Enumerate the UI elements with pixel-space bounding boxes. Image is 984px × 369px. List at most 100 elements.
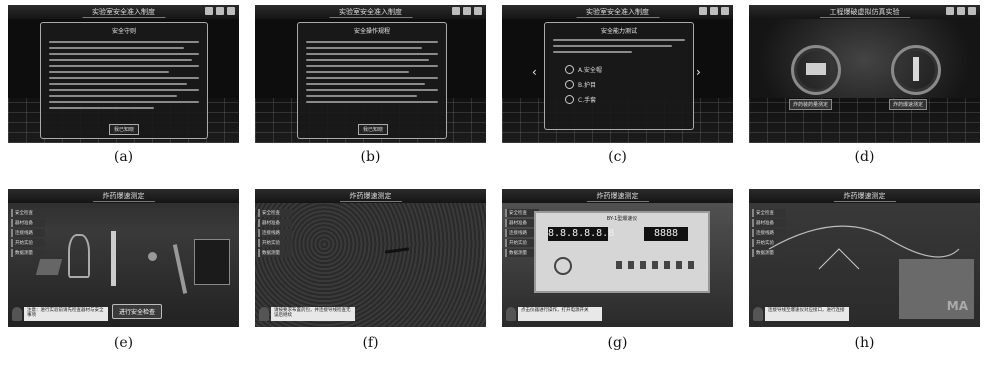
hint-box: 点击仪器进行操作，打开电源开关 — [518, 307, 602, 321]
panel-e: 炸药爆速测定 安全检查 器材准备 连接线路 开始实验 数据测量 注意：进行实验前… — [8, 189, 239, 327]
hint-box: 请按要求布置药包，并连接导线检查无误后继续 — [271, 307, 355, 321]
radio-icon — [565, 80, 574, 89]
radio-icon — [565, 65, 574, 74]
option-label: A.安全帽 — [578, 67, 602, 74]
dialog-title: 安全操作规程 — [353, 28, 390, 35]
dialog-text — [306, 37, 438, 107]
charge-measure-button[interactable] — [791, 45, 841, 95]
panel-f: 炸药爆速测定 安全检查 器材准备 连接线路 开始实验 数据测量 请按要求布置药包… — [255, 189, 486, 327]
menu-item[interactable]: 开始实验 — [11, 239, 45, 247]
option-a[interactable]: A.安全帽 — [565, 65, 602, 74]
scissors-tool[interactable] — [68, 234, 90, 278]
caption-h: (h) — [854, 335, 875, 351]
guide-avatar — [259, 307, 269, 321]
menu-item[interactable]: 安全检查 — [11, 209, 45, 217]
caption-b: (b) — [360, 149, 381, 165]
title-bar: 炸药爆速测定 — [502, 189, 733, 203]
hint-box: 连接导线至爆速仪对应接口，进行连接 — [765, 307, 849, 321]
option-label: C.手套 — [578, 97, 597, 104]
settings-icon[interactable] — [699, 7, 707, 15]
explosive-charge[interactable] — [384, 247, 410, 254]
menu-icon[interactable] — [227, 7, 235, 15]
menu-item[interactable]: 器材准备 — [258, 219, 292, 227]
panel-g: 炸药爆速测定 安全检查 器材准备 连接线路 开始实验 数据测量 BY-1型爆速仪… — [502, 189, 733, 327]
dialog-text — [49, 37, 199, 113]
panel-d: 工程爆破虚拟仿真实验 炸药装药量测定 炸药爆速测定 — [749, 5, 980, 143]
title-bar: 炸药爆速测定 — [255, 189, 486, 203]
scene-title: 炸药爆速测定 — [92, 191, 155, 202]
step-menu: 安全检查 器材准备 连接线路 开始实验 数据测量 — [11, 207, 45, 259]
scene-title: 炸药爆速测定 — [586, 191, 649, 202]
velocity-measure-label[interactable]: 炸药爆速测定 — [889, 99, 928, 110]
scene-title: 实验室安全准入制度 — [576, 7, 659, 18]
title-bar: 实验室安全准入制度 — [8, 5, 239, 19]
help-icon[interactable] — [957, 7, 965, 15]
power-switch[interactable] — [554, 257, 572, 275]
guide-avatar — [506, 307, 516, 321]
scene-title: 工程爆破虚拟仿真实验 — [819, 7, 910, 18]
caption-a: (a) — [113, 149, 134, 165]
explosive-icon — [806, 63, 826, 75]
calculator[interactable] — [194, 239, 230, 285]
menu-item[interactable]: 连接线路 — [258, 229, 292, 237]
safety-check-button[interactable]: 进行安全检查 — [112, 304, 163, 319]
caption-d: (d) — [854, 149, 875, 165]
detonator-stick[interactable] — [111, 231, 116, 286]
help-icon[interactable] — [463, 7, 471, 15]
chevron-left-icon[interactable]: ‹ — [532, 65, 537, 79]
caption-g: (g) — [607, 335, 628, 351]
instrument-box[interactable]: MA — [899, 259, 974, 319]
instrument-label: MA — [946, 299, 968, 313]
procedure-dialog: 安全操作规程 我已知晓 — [297, 22, 447, 139]
menu-icon[interactable] — [968, 7, 976, 15]
panel-b: 实验室安全准入制度 安全操作规程 我已知晓 — [255, 5, 486, 143]
help-icon[interactable] — [710, 7, 718, 15]
dialog-title: 安全能力测试 — [600, 28, 637, 35]
acknowledge-button[interactable]: 我已知晓 — [109, 124, 140, 135]
scene-title: 炸药爆速测定 — [339, 191, 402, 202]
scene-title: 实验室安全准入制度 — [329, 7, 412, 18]
help-icon[interactable] — [216, 7, 224, 15]
radio-icon — [565, 95, 574, 104]
hint-box: 注意：进行实验前请先检查器材与安全事项 — [24, 307, 108, 321]
option-b[interactable]: B.护目 — [565, 80, 602, 89]
velocity-measure-button[interactable] — [891, 45, 941, 95]
guide-avatar — [753, 307, 763, 321]
knob-row[interactable] — [616, 261, 698, 269]
glass-rod[interactable] — [172, 244, 188, 294]
dialog-title: 安全守则 — [111, 28, 136, 35]
menu-item[interactable]: 数据测量 — [258, 249, 292, 257]
settings-icon[interactable] — [205, 7, 213, 15]
menu-icon[interactable] — [474, 7, 482, 15]
scene-title: 实验室安全准入制度 — [82, 7, 165, 18]
menu-item[interactable]: 连接线路 — [11, 229, 45, 237]
quiz-dialog: 安全能力测试 A.安全帽 B.护目 C.手套 — [544, 22, 694, 130]
question-text — [553, 35, 685, 57]
title-bar: 工程爆破虚拟仿真实验 — [749, 5, 980, 19]
left-display: 8.8.8.8.8.8 — [548, 227, 615, 241]
menu-item[interactable]: 器材准备 — [11, 219, 45, 227]
panel-h: 炸药爆速测定 安全检查 器材准备 连接线路 开始实验 数据测量 MA 连接导线至… — [749, 189, 980, 327]
menu-item[interactable]: 数据测量 — [11, 249, 45, 257]
option-c[interactable]: C.手套 — [565, 95, 602, 104]
menu-icon[interactable] — [721, 7, 729, 15]
panel-a: 实验室安全准入制度 安全守则 我已知晓 — [8, 5, 239, 143]
guide-avatar — [12, 307, 22, 321]
panel-c: 实验室安全准入制度 安全能力测试 A.安全帽 B.护目 C.手套 ‹ › — [502, 5, 733, 143]
charge-measure-label[interactable]: 炸药装药量测定 — [789, 99, 833, 110]
title-bar: 炸药爆速测定 — [8, 189, 239, 203]
velocity-meter-device[interactable]: BY-1型爆速仪 8.8.8.8.8.8 8888 — [534, 211, 710, 293]
settings-icon[interactable] — [946, 7, 954, 15]
right-display: 8888 — [644, 227, 688, 241]
rules-dialog: 安全守则 我已知晓 — [40, 22, 208, 139]
acknowledge-button[interactable]: 我已知晓 — [358, 124, 389, 135]
title-bar: 实验室安全准入制度 — [502, 5, 733, 19]
caption-f: (f) — [362, 335, 379, 351]
menu-item[interactable]: 安全检查 — [258, 209, 292, 217]
chevron-right-icon[interactable]: › — [696, 65, 701, 79]
tape-roll[interactable] — [35, 259, 63, 275]
settings-icon[interactable] — [452, 7, 460, 15]
fuse-ball[interactable] — [148, 252, 157, 261]
title-bar: 实验室安全准入制度 — [255, 5, 486, 19]
menu-item[interactable]: 开始实验 — [258, 239, 292, 247]
